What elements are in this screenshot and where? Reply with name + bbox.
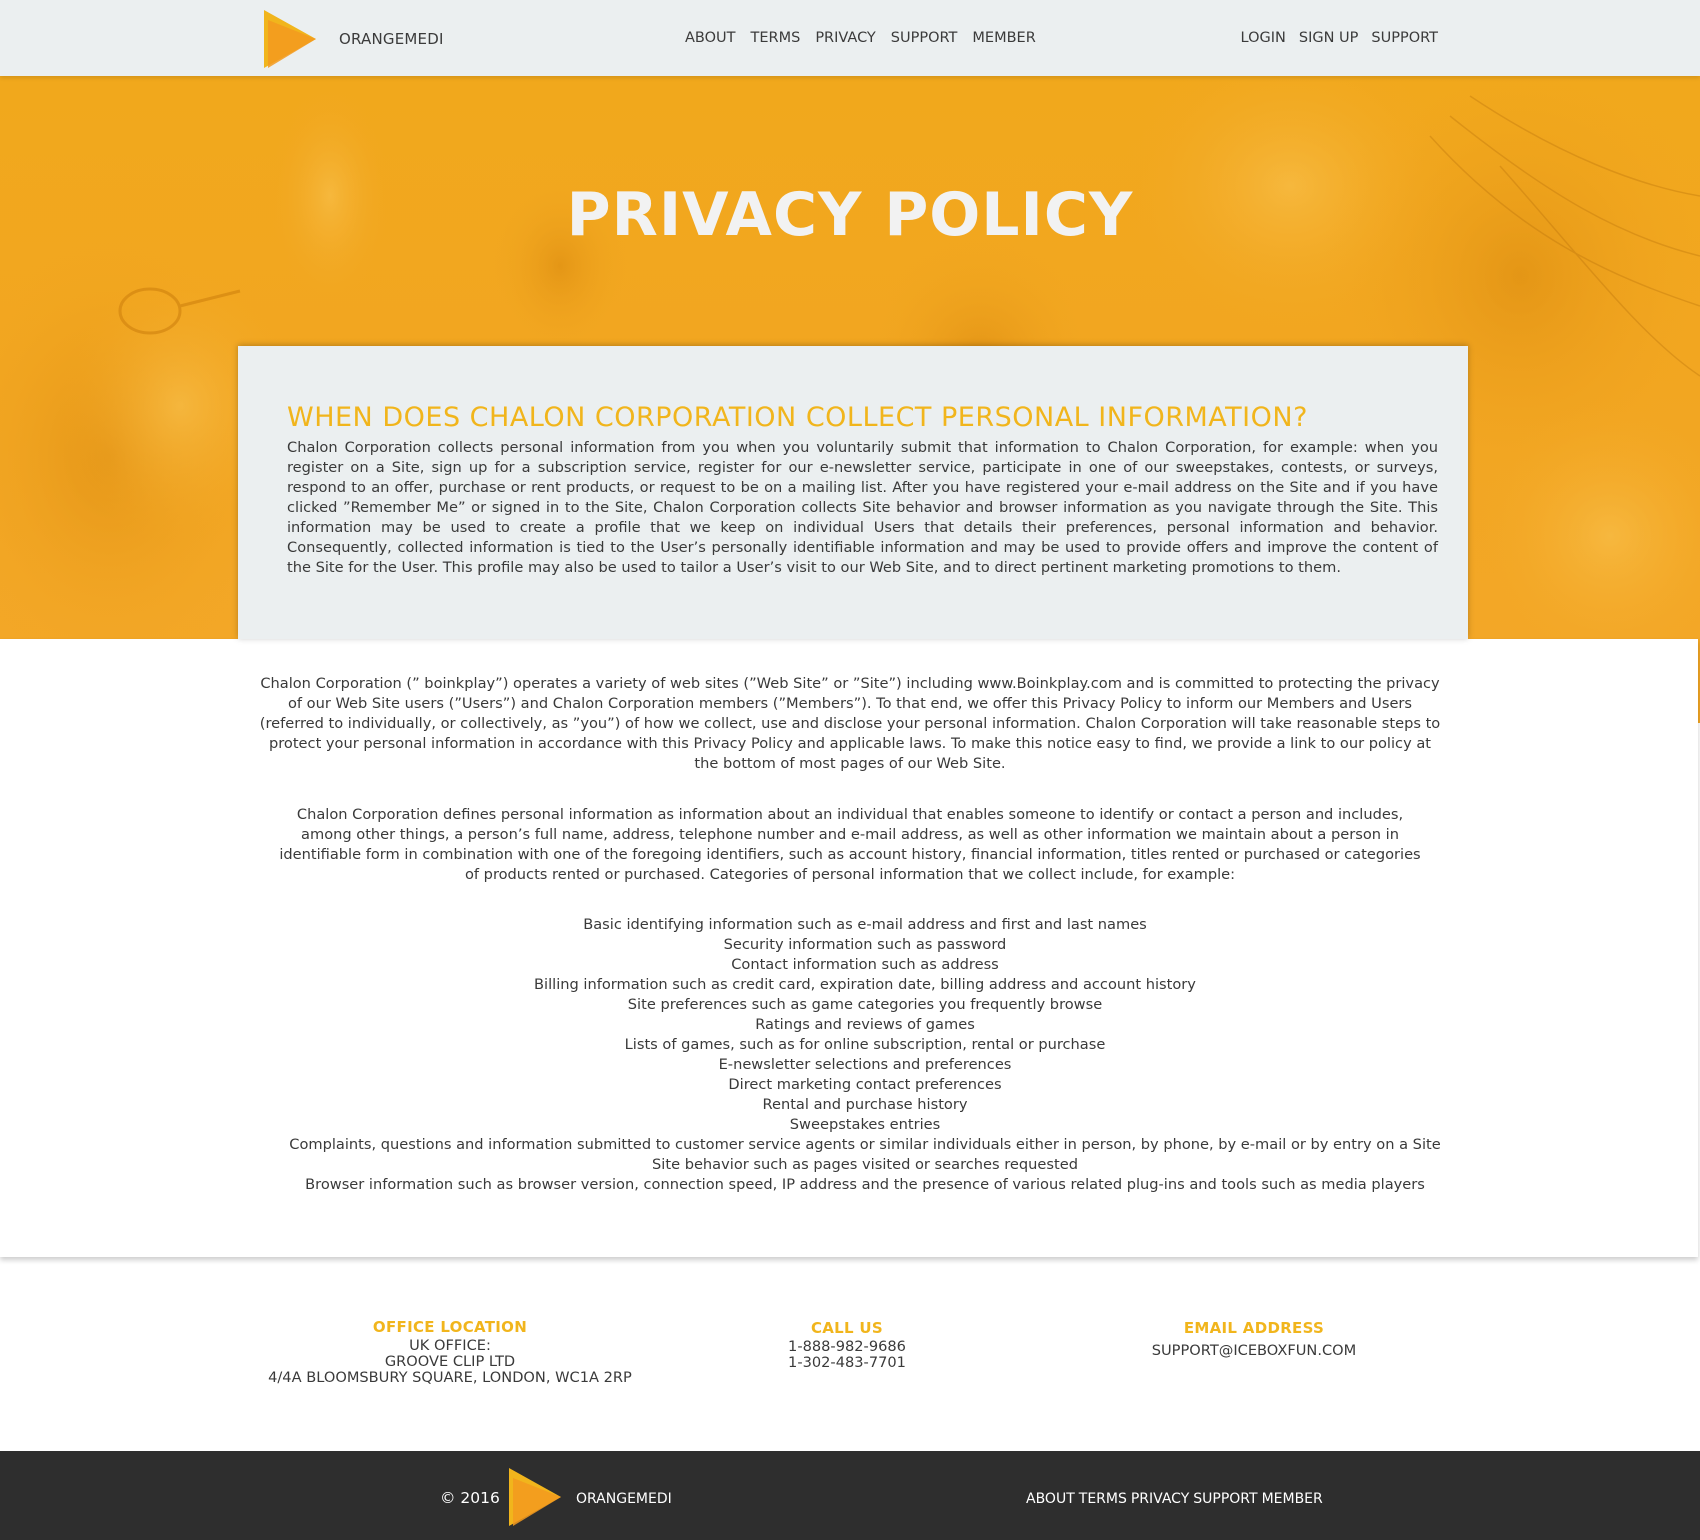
- list-item: Direct marketing contact preferences: [728, 1076, 1002, 1093]
- footer-nav-privacy[interactable]: PRIVACY: [1131, 1491, 1189, 1507]
- office-title: OFFICE LOCATION: [372, 1318, 528, 1336]
- account-nav: LOGIN SIGN UP SUPPORT: [1241, 30, 1438, 46]
- support-link[interactable]: SUPPORT: [1371, 30, 1438, 46]
- play-logo-icon[interactable]: [264, 10, 316, 68]
- footer-nav: ABOUT TERMS PRIVACY SUPPORT MEMBER: [1026, 1491, 1323, 1507]
- list-item: Rental and purchase history: [762, 1096, 968, 1113]
- copyright: © 2016: [440, 1489, 500, 1507]
- nav-privacy[interactable]: PRIVACY: [815, 30, 875, 46]
- footer-nav-member[interactable]: MEMBER: [1262, 1491, 1323, 1507]
- list-item: Site behavior such as pages visited or s…: [652, 1156, 1078, 1173]
- list-item: Lists of games, such as for online subsc…: [624, 1036, 1106, 1053]
- list-item: Complaints, questions and information su…: [289, 1136, 1441, 1153]
- section-heading: WHEN DOES CHALON CORPORATION COLLECT PER…: [287, 402, 1308, 433]
- play-logo-icon[interactable]: [509, 1468, 561, 1526]
- phone-number[interactable]: 1-888-982-9686: [697, 1339, 997, 1355]
- login-link[interactable]: LOGIN: [1241, 30, 1286, 46]
- list-item: Browser information such as browser vers…: [305, 1176, 1425, 1193]
- email-title: EMAIL ADDRESS: [1183, 1319, 1325, 1337]
- email-address: EMAIL ADDRESS SUPPORT@ICEBOXFUN.COM: [1104, 1319, 1404, 1359]
- main-nav: ABOUT TERMS PRIVACY SUPPORT MEMBER: [685, 30, 1036, 46]
- policy-body: Chalon Corporation (” boinkplay”) operat…: [0, 639, 1698, 1257]
- policy-paragraph: Chalon Corporation defines personal info…: [279, 806, 1421, 883]
- footer-nav-about[interactable]: ABOUT: [1026, 1491, 1075, 1507]
- office-line: UK OFFICE:: [409, 1337, 491, 1354]
- list-item: Site preferences such as game categories…: [627, 996, 1103, 1013]
- office-location: OFFICE LOCATION UK OFFICE: GROOVE CLIP L…: [238, 1318, 662, 1386]
- intro-card: WHEN DOES CHALON CORPORATION COLLECT PER…: [238, 346, 1468, 639]
- phone-number[interactable]: 1-302-483-7701: [697, 1355, 997, 1371]
- list-item: Basic identifying information such as e-…: [583, 916, 1147, 933]
- page-title: PRIVACY POLICY: [566, 180, 1134, 250]
- policy-paragraph: Chalon Corporation (” boinkplay”) operat…: [259, 675, 1441, 772]
- footer-nav-terms[interactable]: TERMS: [1079, 1491, 1127, 1507]
- information-categories-list: Basic identifying information such as e-…: [265, 915, 1465, 1195]
- email-link[interactable]: SUPPORT@ICEBOXFUN.COM: [1104, 1343, 1404, 1359]
- call-title: CALL US: [810, 1319, 884, 1337]
- nav-support[interactable]: SUPPORT: [891, 30, 958, 46]
- site-footer: © 2016 ORANGEMEDI ABOUT TERMS PRIVACY SU…: [0, 1451, 1700, 1540]
- list-item: Billing information such as credit card,…: [534, 976, 1196, 993]
- nav-member[interactable]: MEMBER: [972, 30, 1035, 46]
- list-item: Sweepstakes entries: [789, 1116, 941, 1133]
- nav-terms[interactable]: TERMS: [751, 30, 801, 46]
- nav-about[interactable]: ABOUT: [685, 30, 736, 46]
- list-item: Security information such as password: [723, 936, 1007, 953]
- call-us: CALL US 1-888-982-9686 1-302-483-7701: [697, 1319, 997, 1371]
- signup-link[interactable]: SIGN UP: [1299, 30, 1359, 46]
- list-item: Ratings and reviews of games: [755, 1016, 975, 1033]
- brand-name[interactable]: ORANGEMEDI: [339, 30, 444, 48]
- footer-brand[interactable]: ORANGEMEDI: [576, 1491, 672, 1507]
- office-line: 4/4A BLOOMSBURY SQUARE, LONDON, WC1A 2RP: [268, 1369, 632, 1386]
- section-paragraph: Chalon Corporation collects personal inf…: [287, 439, 1438, 576]
- site-header: ORANGEMEDI ABOUT TERMS PRIVACY SUPPORT M…: [0, 0, 1700, 76]
- list-item: E-newsletter selections and preferences: [718, 1056, 1012, 1073]
- footer-nav-support[interactable]: SUPPORT: [1193, 1491, 1257, 1507]
- office-line: GROOVE CLIP LTD: [384, 1353, 516, 1370]
- list-item: Contact information such as address: [731, 956, 999, 973]
